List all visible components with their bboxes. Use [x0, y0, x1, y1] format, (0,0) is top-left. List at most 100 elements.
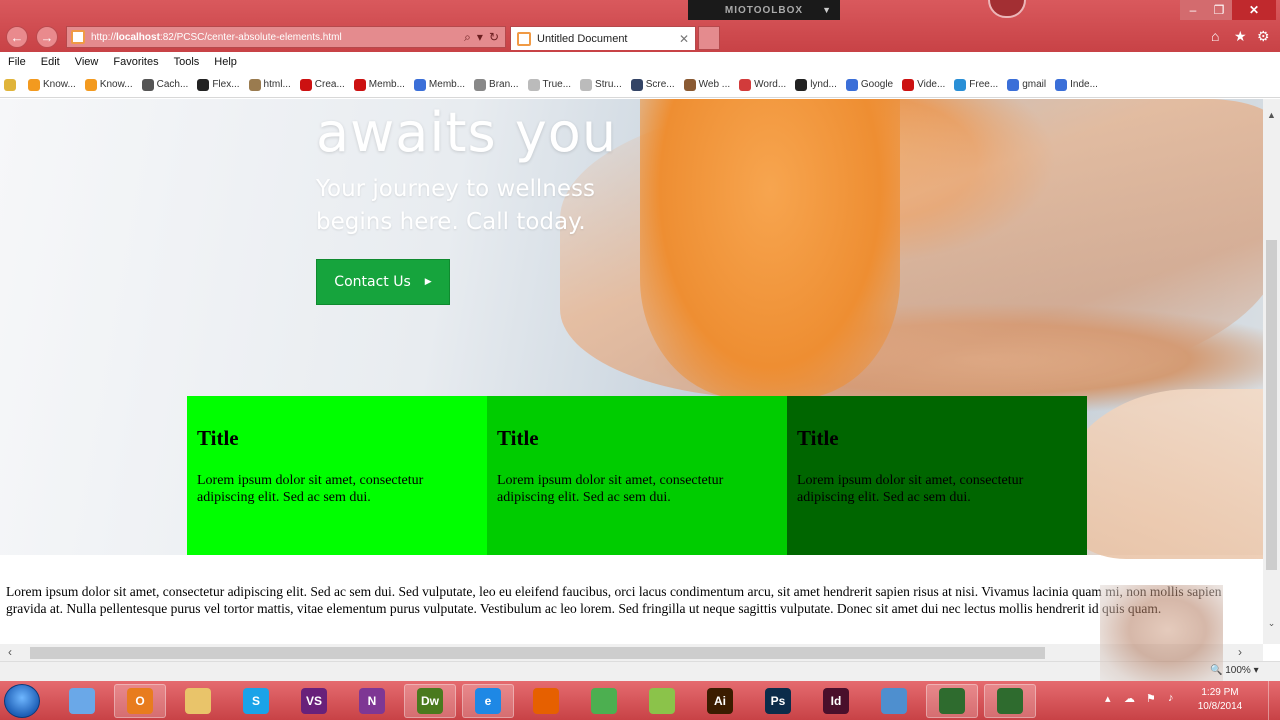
taskbar-app-visual-studio[interactable]: VS: [288, 684, 340, 718]
taskbar-app-dreamweaver[interactable]: Dw: [404, 684, 456, 718]
flower-icon: [739, 78, 752, 91]
page-icon: [1055, 78, 1068, 91]
minimize-button[interactable]: –: [1180, 0, 1206, 20]
miotoolbox-overlay[interactable]: MIOTOOLBOX ▼: [688, 0, 840, 20]
page-viewport: awaits you Your journey to wellness begi…: [0, 99, 1263, 644]
taskbar-app-tool1[interactable]: [868, 684, 920, 718]
back-button[interactable]: ←: [6, 26, 28, 48]
favorite-item[interactable]: Bran...: [474, 78, 519, 91]
tray-volume-icon[interactable]: ♪: [1168, 692, 1174, 704]
favorite-item[interactable]: Crea...: [299, 78, 345, 91]
scroll-down-icon[interactable]: ⌄: [1263, 618, 1280, 629]
favorites-bar: Know... Know... Cach... Flex... html... Crea.…: [0, 72, 1280, 98]
lynda-icon: [795, 78, 808, 91]
maximize-button[interactable]: ❐: [1206, 0, 1232, 20]
taskbar-app-outlook[interactable]: O: [114, 684, 166, 718]
menu-file[interactable]: File: [8, 56, 26, 68]
menu-favorites[interactable]: Favorites: [113, 56, 158, 68]
tray-clock[interactable]: 1:29 PM 10/8/2014: [1190, 686, 1250, 714]
vertical-scroll-thumb[interactable]: [1266, 240, 1277, 570]
dropdown-icon[interactable]: ▾: [477, 30, 483, 44]
contact-us-button[interactable]: Contact Us ▶: [316, 259, 450, 305]
tab-untitled-document[interactable]: Untitled Document ✕: [510, 26, 696, 50]
menu-view[interactable]: View: [75, 56, 99, 68]
favorite-item[interactable]: Memb...: [413, 78, 465, 91]
orange-circle-icon: [84, 78, 97, 91]
address-bar[interactable]: http://localhost:82/PCSC/center-absolute…: [66, 26, 506, 48]
scroll-up-icon[interactable]: ▲: [1263, 110, 1280, 120]
taskbar-app-onenote[interactable]: N: [346, 684, 398, 718]
clock-time: 1:29 PM: [1201, 687, 1239, 698]
favorite-item[interactable]: lynd...: [795, 78, 837, 91]
scroll-right-icon[interactable]: ›: [1238, 645, 1242, 659]
page-icon: [248, 78, 261, 91]
close-button[interactable]: ✕: [1232, 0, 1276, 20]
taskbar-app-explorer[interactable]: [172, 684, 224, 718]
menu-tools[interactable]: Tools: [174, 56, 200, 68]
gear-icon: [474, 78, 487, 91]
taskbar-app-illustrator-icon: Ai: [707, 688, 733, 714]
favorite-item[interactable]: Know...: [84, 78, 133, 91]
favorite-item[interactable]: Inde...: [1055, 78, 1098, 91]
taskbar-app-tool2-icon: [939, 688, 965, 714]
zoom-level[interactable]: 🔍 100% ▾: [1210, 665, 1259, 676]
favorite-item[interactable]: Know...: [28, 78, 76, 91]
taskbar-app-photoshop[interactable]: Ps: [752, 684, 804, 718]
bird-icon: [197, 78, 210, 91]
gear-icon[interactable]: ⚙: [1257, 28, 1270, 45]
refresh-icon[interactable]: ↻: [489, 30, 499, 44]
favorite-item[interactable]: Stru...: [580, 78, 622, 91]
taskbar-app-gem[interactable]: [56, 684, 108, 718]
favorite-item[interactable]: True...: [527, 78, 571, 91]
favorite-item[interactable]: Flex...: [197, 78, 240, 91]
youtube-icon: [353, 78, 366, 91]
feature-card-2: Title Lorem ipsum dolor sit amet, consec…: [487, 396, 787, 555]
tab-close-icon[interactable]: ✕: [679, 32, 689, 46]
taskbar-app-firefox[interactable]: [520, 684, 572, 718]
youtube-icon: [299, 78, 312, 91]
taskbar-app-photo[interactable]: [636, 684, 688, 718]
taskbar-app-tool3[interactable]: [984, 684, 1036, 718]
favorite-item[interactable]: gmail: [1007, 78, 1046, 91]
status-bar: [0, 661, 1280, 681]
favorites-star-icon[interactable]: ★: [1234, 28, 1247, 45]
taskbar-app-skype[interactable]: S: [230, 684, 282, 718]
favorite-item[interactable]: Google: [845, 78, 893, 91]
favorite-item[interactable]: Memb...: [353, 78, 405, 91]
tray-network-icon[interactable]: ☁: [1124, 692, 1135, 705]
contact-us-label: Contact Us: [334, 274, 411, 290]
taskbar-app-tool2[interactable]: [926, 684, 978, 718]
show-desktop-button[interactable]: [1268, 681, 1280, 720]
taskbar-app-ie[interactable]: e: [462, 684, 514, 718]
tray-flag-icon[interactable]: ⚑: [1146, 692, 1156, 705]
tray-expand-icon[interactable]: ▴: [1105, 692, 1111, 705]
add-favorite-icon[interactable]: [4, 78, 19, 91]
search-icon[interactable]: ⌕: [464, 30, 471, 45]
menu-help[interactable]: Help: [214, 56, 237, 68]
favorite-label: html...: [263, 79, 291, 90]
favorite-item[interactable]: Vide...: [902, 78, 945, 91]
start-button[interactable]: [4, 684, 40, 718]
menu-bar: File Edit View Favorites Tools Help: [0, 52, 1280, 72]
favorite-label: Cach...: [156, 79, 189, 90]
taskbar-app-illustrator[interactable]: Ai: [694, 684, 746, 718]
feature-card-1: Title Lorem ipsum dolor sit amet, consec…: [187, 396, 487, 555]
menu-edit[interactable]: Edit: [41, 56, 60, 68]
page-favicon-icon: [71, 30, 85, 44]
taskbar-app-chrome[interactable]: [578, 684, 630, 718]
home-icon[interactable]: ⌂: [1211, 28, 1219, 44]
favorite-item[interactable]: Free...: [954, 78, 998, 91]
favorite-item[interactable]: Word...: [739, 78, 786, 91]
forward-button[interactable]: →: [36, 26, 58, 48]
favorite-item[interactable]: Web ...: [683, 78, 731, 91]
chevron-down-icon[interactable]: ▼: [822, 5, 832, 15]
favorite-item[interactable]: Cach...: [141, 78, 189, 91]
new-tab-button[interactable]: [698, 26, 720, 50]
taskbar-app-indesign[interactable]: Id: [810, 684, 862, 718]
scroll-left-icon[interactable]: ‹: [8, 645, 12, 659]
address-url[interactable]: http://localhost:82/PCSC/center-absolute…: [91, 32, 464, 43]
favorite-label: Web ...: [698, 79, 731, 90]
horizontal-scroll-thumb[interactable]: [30, 647, 1045, 659]
favorite-item[interactable]: Scre...: [630, 78, 675, 91]
favorite-item[interactable]: html...: [248, 78, 291, 91]
